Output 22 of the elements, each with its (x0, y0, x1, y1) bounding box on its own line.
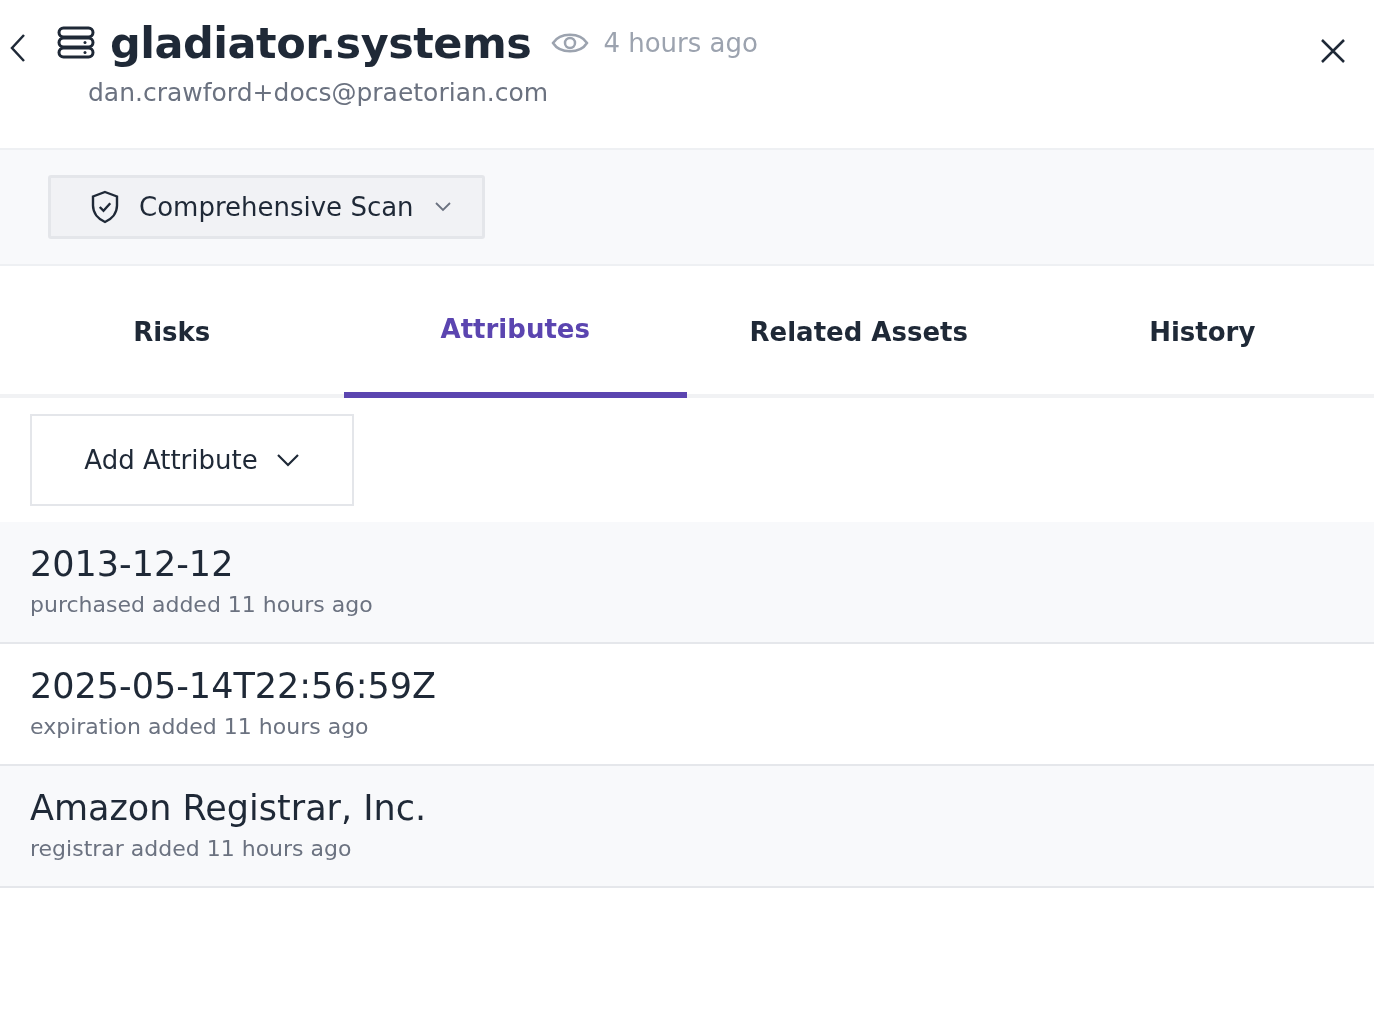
tab[interactable]: Attributes (343, 266, 687, 398)
asset-title: gladiator.systems (110, 18, 532, 68)
tab[interactable]: History (1030, 266, 1374, 398)
scan-select[interactable]: Comprehensive Scan (48, 175, 485, 239)
back-button[interactable] (8, 32, 28, 64)
close-icon (1320, 38, 1346, 64)
attribute-value: Amazon Registrar, Inc. (30, 788, 428, 828)
attribute-value: 2013-12-12 (30, 544, 235, 584)
attribute-meta: purchased added 11 hours ago (30, 592, 374, 617)
server-icon (56, 26, 96, 60)
chevron-down-icon (275, 453, 300, 467)
attribute-meta: expiration added 11 hours ago (30, 714, 370, 739)
add-attribute-button[interactable]: Add Attribute (30, 414, 354, 506)
tab[interactable]: Risks (0, 266, 344, 398)
attribute-value: 2025-05-14T22:56:59Z (30, 666, 437, 706)
attribute-meta: registrar added 11 hours ago (30, 836, 353, 861)
tab[interactable]: Related Assets (687, 266, 1031, 398)
back-icon (8, 32, 28, 64)
chevron-down-icon (433, 201, 452, 213)
owner-email: dan.crawford+docs@praetorian.com (88, 78, 550, 107)
close-button[interactable] (1320, 38, 1346, 64)
timestamp: 4 hours ago (603, 28, 758, 58)
